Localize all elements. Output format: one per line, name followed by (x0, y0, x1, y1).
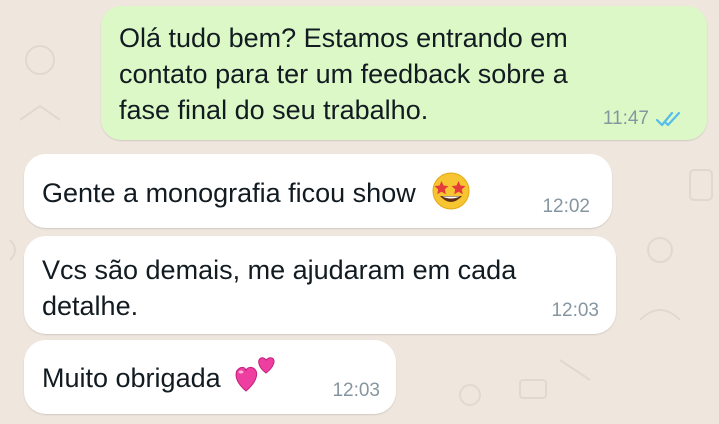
chat-messages: Olá tudo bem? Estamos entrando em contat… (0, 0, 719, 424)
message-text: Gente a monografia ficou show (42, 178, 416, 208)
incoming-message-bubble[interactable]: Gente a monografia ficou show 12:02 (24, 154, 612, 228)
incoming-message-bubble[interactable]: Muito obrigada 12:03 (24, 340, 396, 414)
message-timestamp: 12:02 (542, 196, 590, 217)
outgoing-message-bubble[interactable]: Olá tudo bem? Estamos entrando em contat… (101, 6, 707, 140)
message-text: Vcs são demais, me ajudaram em cada deta… (42, 255, 517, 321)
message-timestamp: 11:47 (602, 108, 649, 129)
double-check-read-icon (655, 111, 681, 127)
incoming-message-bubble[interactable]: Vcs são demais, me ajudaram em cada deta… (24, 236, 616, 334)
message-text: Muito obrigada (42, 363, 221, 393)
message-timestamp: 12:03 (332, 380, 380, 401)
message-text: Olá tudo bem? Estamos entrando em contat… (119, 23, 568, 125)
star-struck-emoji (432, 172, 470, 210)
message-timestamp: 12:03 (551, 300, 599, 321)
two-hearts-emoji (235, 357, 275, 392)
